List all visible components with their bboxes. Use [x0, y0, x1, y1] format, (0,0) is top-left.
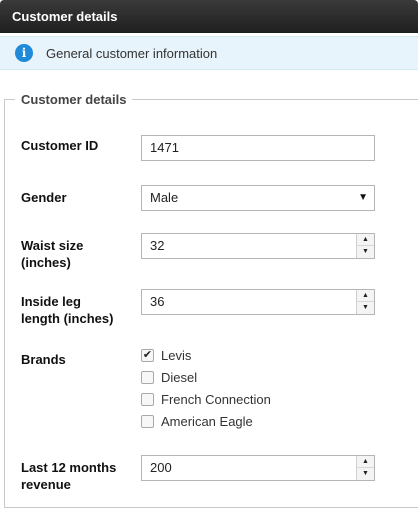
revenue-value: 200	[150, 460, 172, 475]
waist-size-input[interactable]: 32 ▲ ▼	[141, 233, 375, 259]
spin-up-icon[interactable]: ▲	[357, 234, 374, 246]
spin-down-icon[interactable]: ▼	[357, 468, 374, 480]
panel-title: Customer details	[12, 9, 118, 24]
waist-size-label-line2: (inches)	[21, 255, 71, 270]
fieldset-legend: Customer details	[21, 92, 127, 107]
brand-option-label: American Eagle	[161, 414, 253, 429]
waist-size-value: 32	[150, 238, 165, 253]
checkbox-icon[interactable]	[141, 371, 154, 384]
info-icon: i	[15, 44, 33, 62]
gender-value: Male	[150, 190, 179, 205]
waist-size-label-line1: Waist size	[21, 238, 84, 253]
spin-up-icon[interactable]: ▲	[357, 290, 374, 302]
inside-leg-label: Inside leg length (inches)	[21, 293, 136, 327]
customer-id-value: 1471	[150, 140, 179, 155]
inside-leg-label-line2: length (inches)	[21, 311, 114, 326]
info-banner: i General customer information	[0, 36, 418, 70]
brand-option-label: Levis	[161, 348, 192, 363]
customer-id-input[interactable]: 1471	[141, 135, 375, 161]
revenue-label-line2: revenue	[21, 477, 71, 492]
waist-size-spinner: ▲ ▼	[356, 234, 374, 258]
checkbox-checked-icon[interactable]: ✔	[141, 349, 154, 362]
info-text: General customer information	[46, 46, 218, 61]
inside-leg-spinner: ▲ ▼	[356, 290, 374, 314]
inside-leg-value: 36	[150, 294, 165, 309]
customer-id-label: Customer ID	[21, 138, 99, 153]
inside-leg-input[interactable]: 36 ▲ ▼	[141, 289, 375, 315]
spin-down-icon[interactable]: ▼	[357, 302, 374, 314]
revenue-input[interactable]: 200 ▲ ▼	[141, 455, 375, 481]
gender-select[interactable]: Male ▼	[141, 185, 375, 211]
revenue-spinner: ▲ ▼	[356, 456, 374, 480]
spin-up-icon[interactable]: ▲	[357, 456, 374, 468]
panel-header: Customer details	[0, 0, 418, 33]
revenue-label-line1: Last 12 months	[21, 460, 117, 475]
checkbox-icon[interactable]	[141, 415, 154, 428]
brands-label: Brands	[21, 352, 66, 367]
gender-label: Gender	[21, 190, 67, 205]
checkbox-icon[interactable]	[141, 393, 154, 406]
chevron-down-icon: ▼	[358, 192, 368, 203]
brand-option-label: French Connection	[161, 392, 271, 407]
waist-size-label: Waist size (inches)	[21, 237, 136, 271]
inside-leg-label-line1: Inside leg	[21, 294, 81, 309]
revenue-label: Last 12 months revenue	[21, 459, 136, 493]
spin-down-icon[interactable]: ▼	[357, 246, 374, 258]
brand-option-label: Diesel	[161, 370, 198, 385]
